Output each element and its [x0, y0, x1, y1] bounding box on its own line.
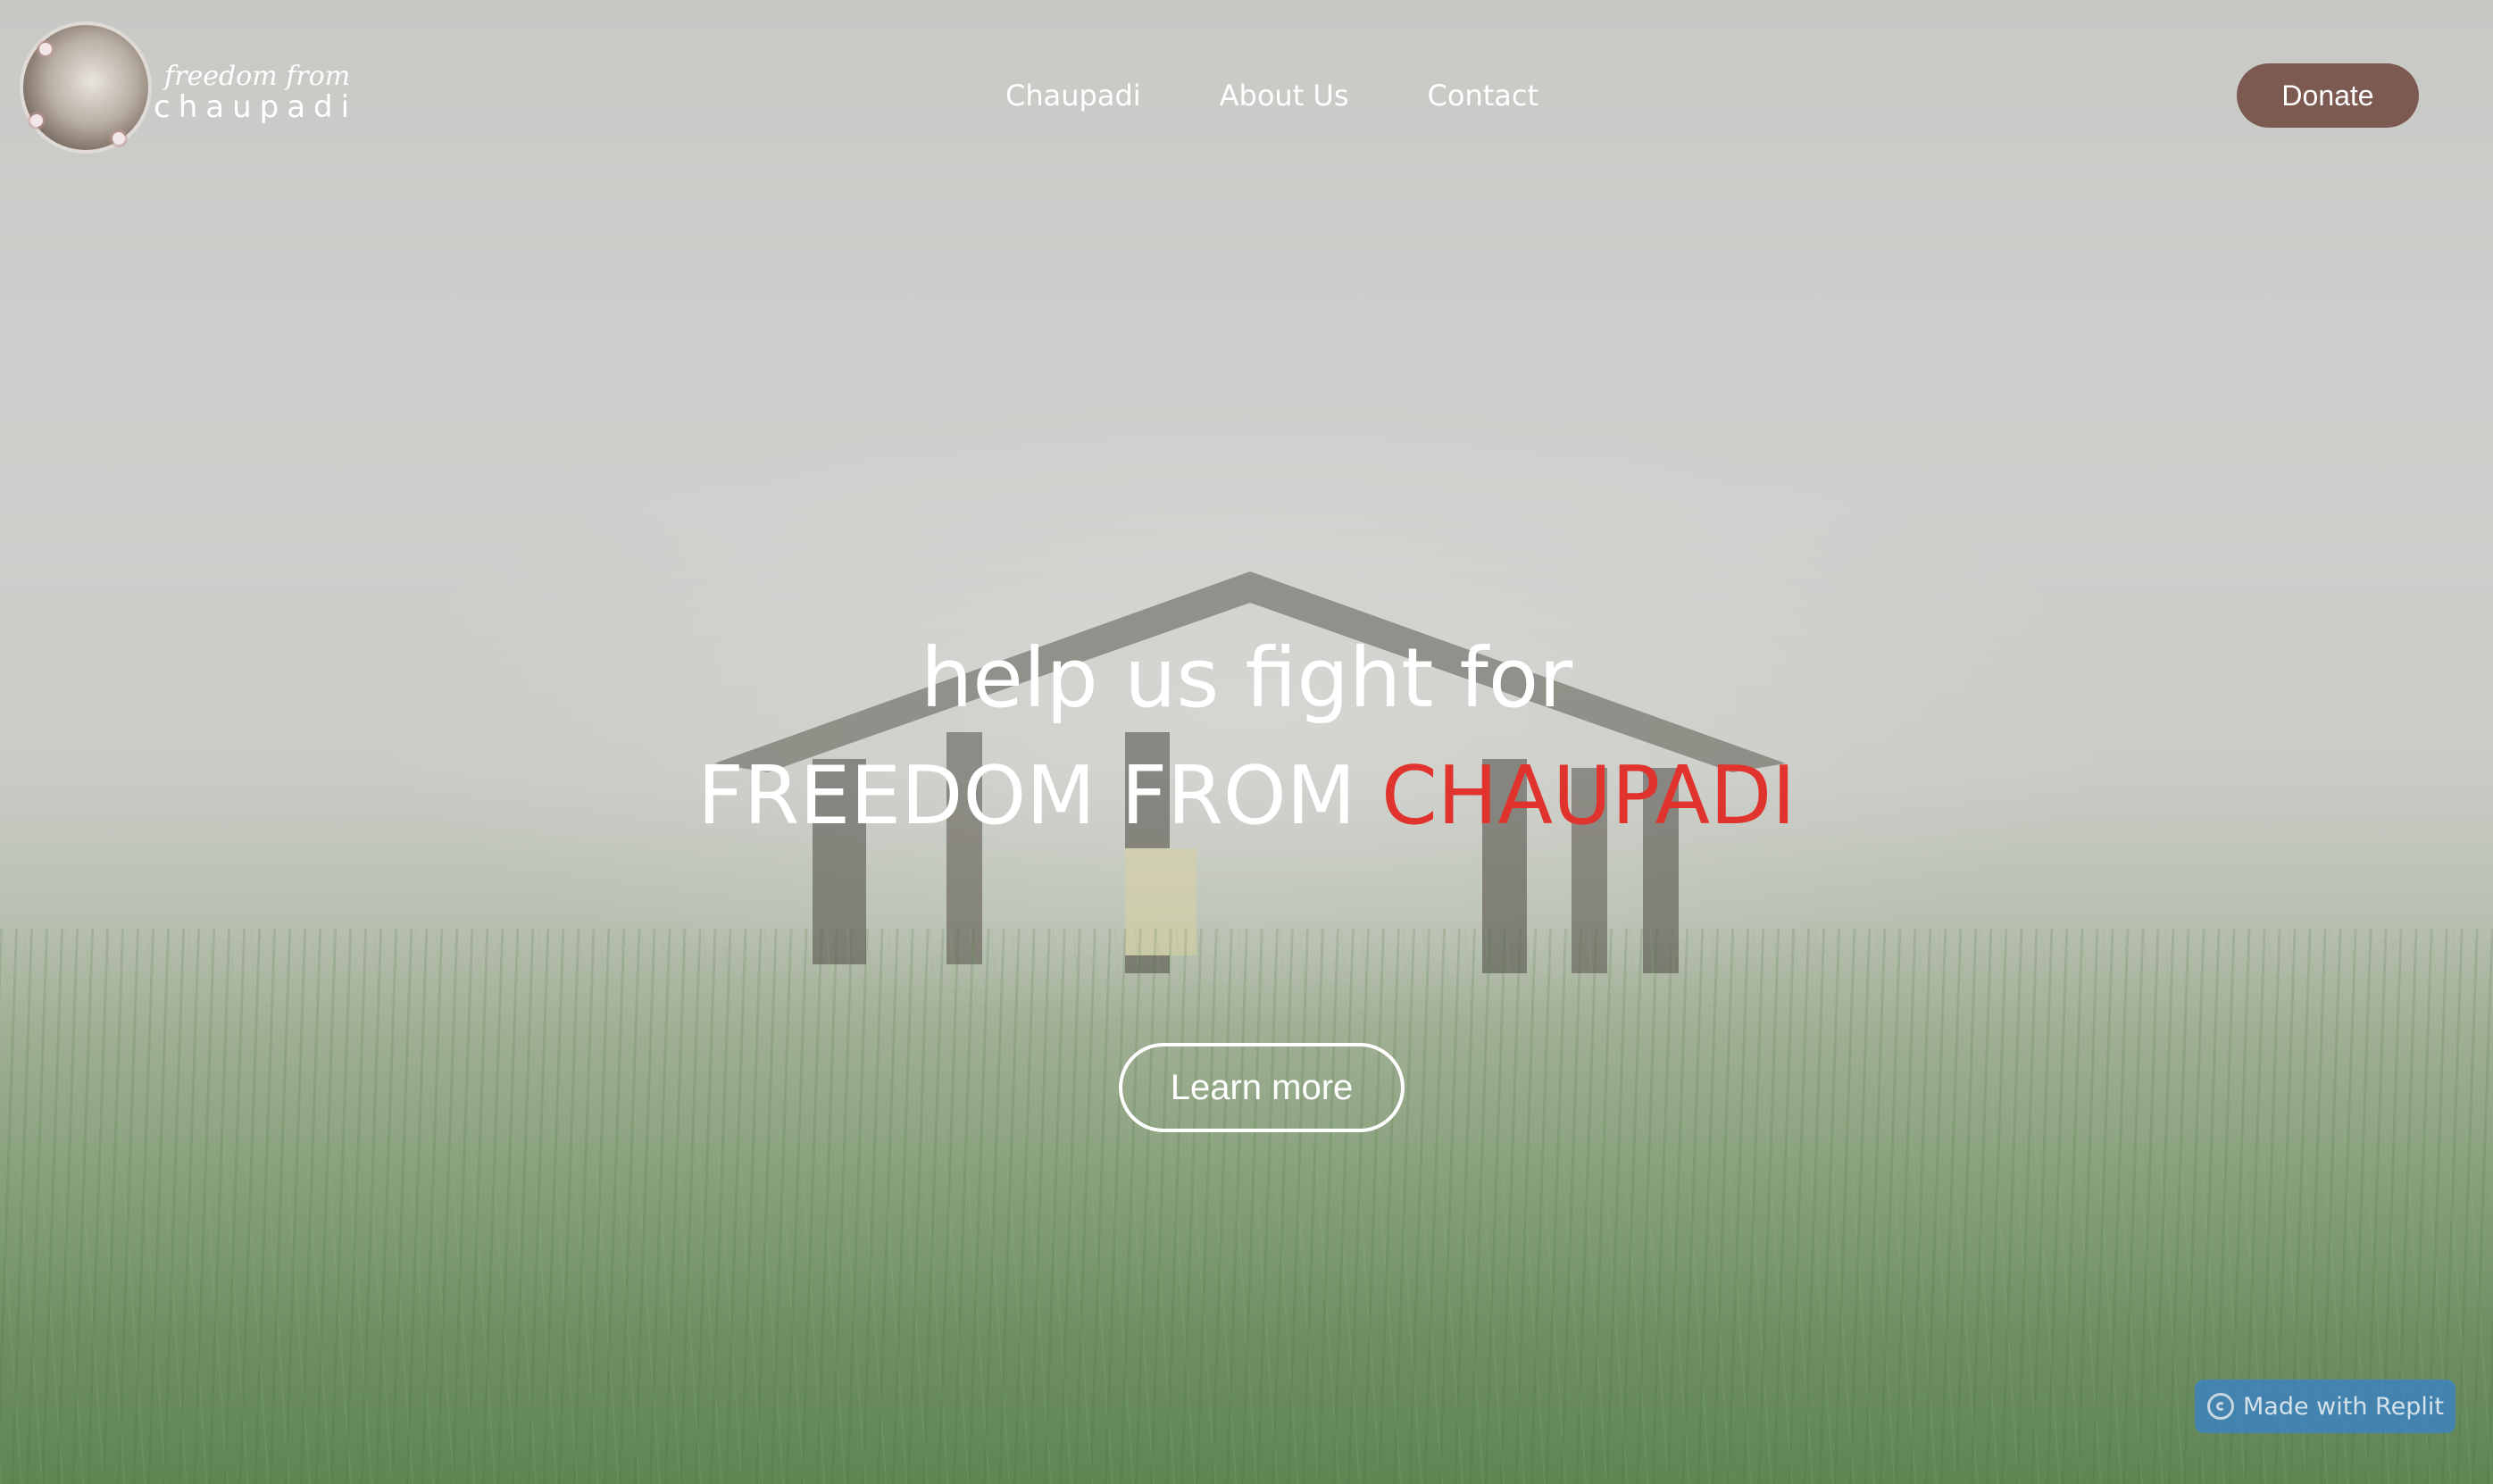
flower-decoration — [113, 132, 125, 145]
replit-icon — [2207, 1393, 2234, 1420]
hero-headline-line2: FREEDOM FROM CHAUPADI — [0, 743, 2493, 850]
hero-headline-accent: CHAUPADI — [1380, 749, 1796, 843]
hero-headline-prefix: FREEDOM FROM — [697, 749, 1381, 843]
made-with-replit-badge[interactable]: Made with Replit — [2195, 1380, 2455, 1433]
learn-more-button[interactable]: Learn more — [1119, 1043, 1405, 1132]
grass-field — [0, 929, 2493, 1484]
flower-decoration — [30, 114, 43, 127]
logo-emblem — [23, 25, 148, 150]
logo-text-bottom: chaupadi — [154, 89, 358, 125]
nav-item-contact[interactable]: Contact — [1428, 73, 1539, 118]
hero-background — [0, 0, 2493, 1484]
site-logo[interactable]: freedom from chaupadi — [23, 25, 350, 157]
hero-headline-line1: help us fight for — [920, 630, 1573, 726]
logo-text-top: freedom from — [164, 61, 351, 92]
nav-item-about-us[interactable]: About Us — [1220, 73, 1349, 118]
replit-badge-label: Made with Replit — [2243, 1392, 2444, 1421]
flower-decoration — [39, 43, 52, 55]
nav-item-chaupadi[interactable]: Chaupadi — [1005, 73, 1141, 118]
donate-button[interactable]: Donate — [2237, 63, 2419, 128]
main-nav: Chaupadi About Us Contact — [1005, 73, 1538, 118]
